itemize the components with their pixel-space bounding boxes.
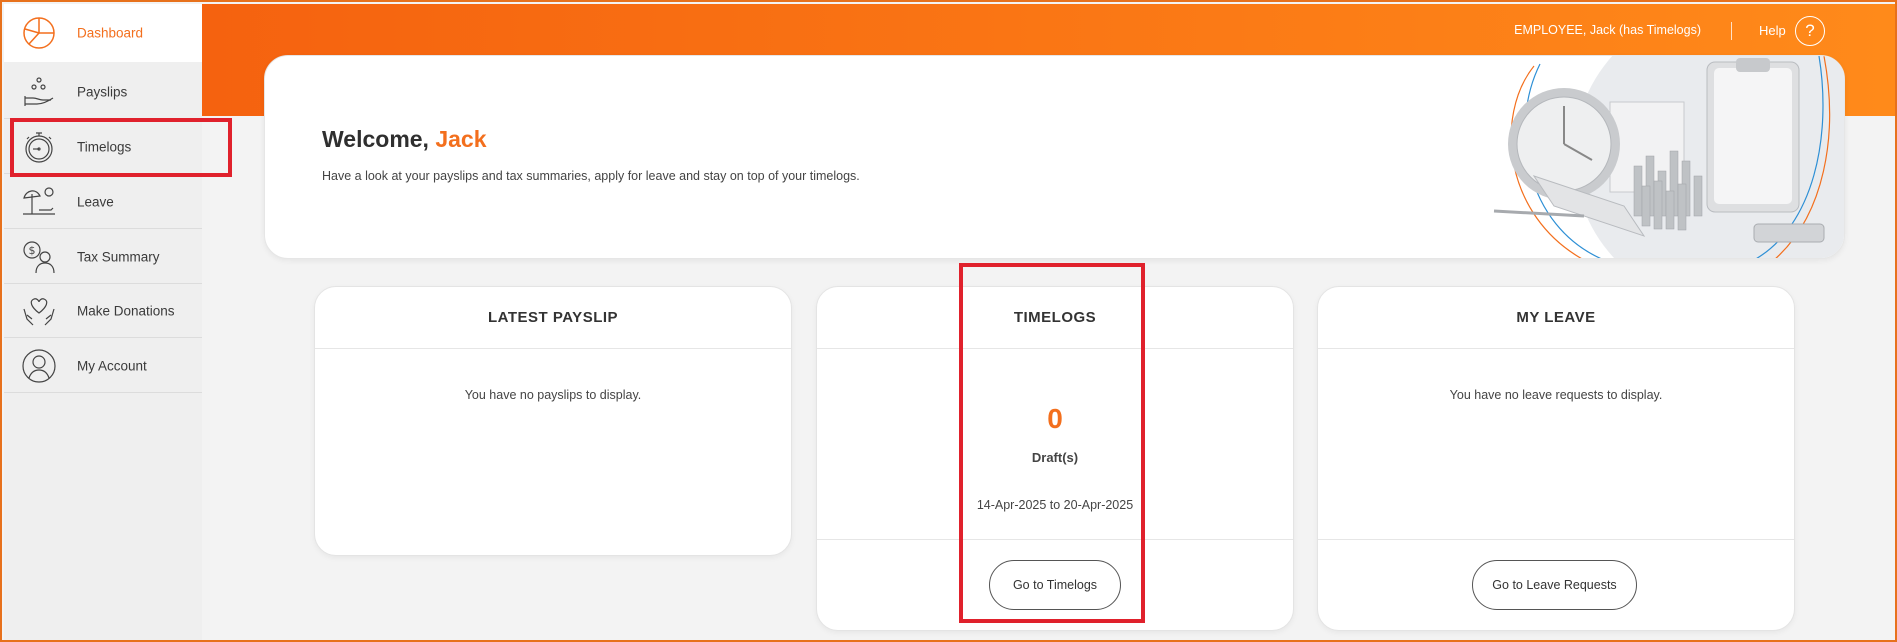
card-title: MY LEAVE	[1318, 287, 1794, 349]
sidebar-item-my-account[interactable]: My Account	[4, 339, 202, 393]
date-range: 14-Apr-2025 to 20-Apr-2025	[976, 498, 1134, 512]
empty-message: You have no leave requests to display.	[1449, 388, 1663, 402]
sidebar-item-make-donations[interactable]: Make Donations	[4, 284, 202, 338]
welcome-heading: Welcome, Jack	[322, 126, 487, 153]
user-avatar-icon	[20, 347, 58, 385]
current-user-label[interactable]: EMPLOYEE, Jack (has Timelogs)	[1514, 23, 1701, 37]
welcome-greeting: Welcome,	[322, 126, 429, 152]
latest-payslip-card: LATEST PAYSLIP You have no payslips to d…	[314, 286, 792, 556]
card-title: TIMELOGS	[817, 287, 1293, 349]
welcome-user-name: Jack	[435, 126, 487, 152]
header-divider	[1731, 22, 1732, 40]
sidebar-item-timelogs[interactable]: Timelogs	[4, 120, 202, 174]
beach-umbrella-icon	[20, 183, 58, 221]
sidebar-item-label: My Account	[77, 358, 147, 373]
empty-message: You have no payslips to display.	[464, 388, 642, 402]
sidebar-item-label: Dashboard	[77, 25, 144, 41]
sidebar: Dashboard Payslips Timelogs Leave $ Tax …	[4, 4, 202, 640]
sidebar-item-tax-summary[interactable]: $ Tax Summary	[4, 230, 202, 284]
welcome-banner: Welcome, Jack Have a look at your paysli…	[264, 55, 1845, 259]
card-divider	[1318, 539, 1794, 540]
svg-text:$: $	[29, 244, 36, 257]
go-to-leave-requests-button[interactable]: Go to Leave Requests	[1472, 560, 1637, 610]
sidebar-item-payslips[interactable]: Payslips	[4, 65, 202, 119]
dashboard-pie-icon	[20, 14, 58, 52]
draft-label: Draft(s)	[1031, 450, 1079, 465]
my-leave-card: MY LEAVE You have no leave requests to d…	[1317, 286, 1795, 631]
sidebar-item-label: Leave	[77, 194, 114, 209]
timelogs-card: TIMELOGS 0 Draft(s) 14-Apr-2025 to 20-Ap…	[816, 286, 1294, 631]
sidebar-item-label: Timelogs	[77, 139, 132, 154]
draft-count: 0	[1047, 403, 1063, 434]
heart-hands-icon	[20, 292, 58, 330]
tax-person-dollar-icon: $	[20, 238, 58, 276]
welcome-subtitle: Have a look at your payslips and tax sum…	[322, 169, 860, 183]
sidebar-item-label: Payslips	[77, 84, 128, 99]
stopwatch-icon	[20, 128, 58, 166]
help-link[interactable]: Help	[1759, 23, 1786, 38]
hero-illustration	[1493, 56, 1844, 258]
sidebar-item-leave[interactable]: Leave	[4, 175, 202, 229]
card-title: LATEST PAYSLIP	[315, 287, 791, 349]
go-to-timelogs-button[interactable]: Go to Timelogs	[989, 560, 1121, 610]
app-frame: Dashboard Payslips Timelogs Leave $ Tax …	[0, 0, 1897, 642]
sidebar-item-dashboard[interactable]: Dashboard	[4, 4, 202, 62]
sidebar-item-label: Make Donations	[77, 303, 175, 318]
card-divider	[817, 539, 1293, 540]
help-question-icon[interactable]: ?	[1795, 16, 1825, 46]
payslips-hand-coins-icon	[20, 73, 58, 111]
sidebar-item-label: Tax Summary	[77, 249, 160, 264]
